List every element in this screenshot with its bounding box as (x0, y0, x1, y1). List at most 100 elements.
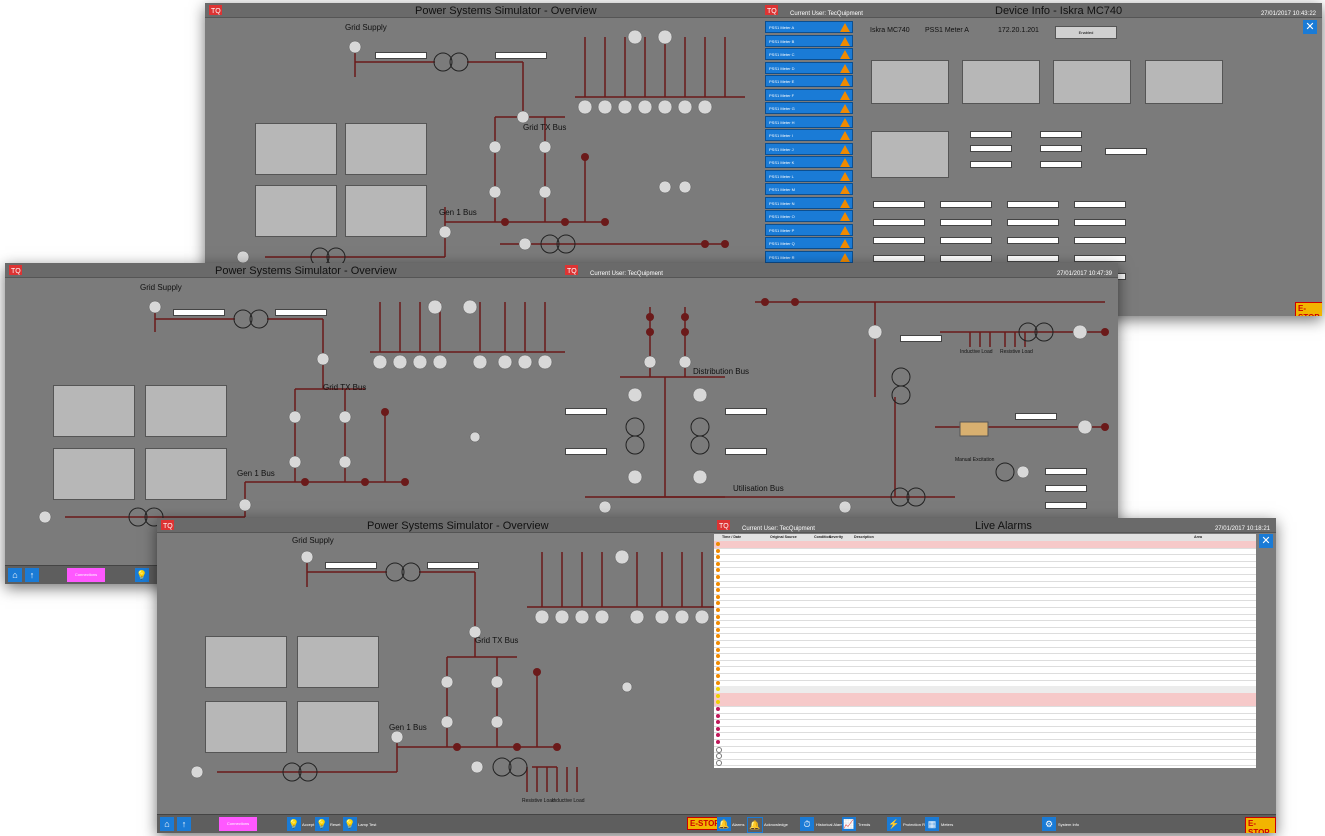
meter-list-item-label: PSS1 Meter D (769, 65, 795, 71)
meter-list-item[interactable]: PSS1 Meter P (765, 223, 853, 236)
inductive-load-label: Inductive Load (960, 349, 993, 355)
resistive-load-label: Resistive Load (1000, 349, 1033, 355)
power-reading-bar (873, 255, 925, 262)
lamp-icon[interactable]: 💡 (135, 568, 149, 582)
col-area: Area (1194, 535, 1202, 539)
warning-icon (840, 36, 850, 46)
gen1-bus-label: Gen 1 Bus (439, 208, 477, 217)
alarm-severity-icon (716, 693, 720, 698)
meter-list-item[interactable]: PSS1 Meter C (765, 48, 853, 60)
meter-a-bar (325, 562, 377, 569)
meter-list-item[interactable]: PSS1 Meter A (765, 21, 853, 33)
meter-list-item[interactable]: PSS1 Meter B (765, 34, 853, 47)
enabled-button[interactable]: Enabled (1055, 26, 1117, 39)
inductive-load-label: Inductive Load (552, 798, 585, 804)
connections-button[interactable]: Connections (67, 568, 105, 582)
voltage-l12-bar (1040, 131, 1082, 138)
meter-list-item[interactable]: PSS1 Meter K (765, 156, 853, 168)
warning-icon (840, 23, 850, 32)
gen1-speed-graph (205, 701, 287, 753)
meter-list-item-label: PSS1 Meter C (769, 52, 795, 57)
alarm-severity-icon (716, 581, 720, 586)
meter-list-item-label: PSS1 Meter N (769, 200, 795, 206)
meter-list-item-label: PSS1 Meter H (769, 119, 795, 125)
meter-list: PSS1 Meter A PSS1 Meter B PSS1 Meter C PSS1… (765, 21, 853, 264)
alarm-severity-icon (716, 627, 720, 632)
meter-list-item-label: PSS1 Meter F (769, 92, 795, 98)
protection-relays-icon[interactable]: ⚡ (887, 817, 901, 831)
close-icon[interactable]: ✕ (1303, 20, 1317, 34)
acknowledge-bell-icon[interactable]: 🔔 (747, 817, 763, 833)
meters-label: Meters (941, 822, 954, 827)
alarm-severity-icon (716, 608, 720, 612)
tq-logo-icon: TQ (565, 265, 578, 275)
tq-logo-icon: TQ (765, 5, 778, 15)
power-reading-bar (873, 219, 925, 226)
col-severity: Severity (829, 535, 843, 539)
meter-list-item[interactable]: PSS1 Meter R (765, 250, 853, 263)
warning-icon (840, 252, 850, 262)
meter-list-item[interactable]: PSS1 Meter D (765, 61, 853, 74)
meters-icon[interactable]: ▦ (925, 817, 939, 831)
home-icon[interactable]: ⌂ (160, 817, 174, 831)
alarm-row[interactable] (714, 759, 1256, 767)
meter-list-item[interactable]: PSS1 Meter Q (765, 237, 853, 249)
connections-button[interactable]: Connections (219, 817, 257, 831)
alarm-severity-icon (716, 733, 720, 738)
alarm-severity-icon (716, 647, 720, 652)
up-arrow-icon[interactable]: ↑ (177, 817, 191, 831)
system-info-gear-icon[interactable]: ⚙ (1042, 817, 1056, 831)
alarms-bell-icon[interactable]: 🔔 (717, 817, 731, 831)
gen1-field-voltage-graph (297, 636, 379, 688)
warning-icon (840, 117, 850, 127)
overview-title: Power Systems Simulator - Overview (367, 520, 549, 532)
meter-list-item[interactable]: PSS1 Meter H (765, 115, 853, 128)
manual-excitation-label: Manual Excitation (955, 457, 995, 463)
up-arrow-icon[interactable]: ↑ (25, 568, 39, 582)
grid-meter-a-bar (375, 52, 427, 59)
historical-alarms-icon[interactable]: ⏱ (800, 817, 814, 831)
gen1-load-angle-graph (145, 448, 227, 500)
meter-list-item[interactable]: PSS1 Meter L (765, 169, 853, 182)
live-alarms-title: Live Alarms (975, 520, 1032, 532)
average-voltage-graph (871, 131, 949, 178)
alarm-severity-icon (716, 594, 720, 599)
warning-icon (840, 144, 850, 154)
estop-button-right[interactable]: E-STOP (1245, 817, 1276, 833)
trends-label: Trends (858, 822, 871, 827)
tq-logo-icon: TQ (209, 5, 222, 15)
meter-list-item[interactable]: PSS1 Meter F (765, 88, 853, 101)
meter-list-item[interactable]: PSS1 Meter E (765, 75, 853, 87)
alarms-label: Alarms (732, 822, 745, 827)
estop-button[interactable]: E-STOP (1295, 302, 1322, 316)
meter-list-item[interactable]: PSS1 Meter G (765, 102, 853, 114)
meter-list-item[interactable]: PSS1 Meter J (765, 142, 853, 155)
meter-list-item[interactable]: PSS1 Meter I (765, 129, 853, 141)
power-reading-bar (940, 219, 992, 226)
alarm-severity-icon (716, 568, 720, 573)
accept-lamp-icon[interactable]: 💡 (287, 817, 301, 831)
lamp-test-icon[interactable]: 💡 (343, 817, 357, 831)
warning-icon (840, 198, 850, 208)
meter-o-bar (725, 448, 767, 455)
warning-icon (840, 185, 850, 194)
tq-logo-icon: TQ (9, 265, 22, 275)
title-bar: TQ Power Systems Simulator - Overview TQ… (157, 518, 1276, 533)
meter-list-item[interactable]: PSS1 Meter M (765, 183, 853, 195)
home-icon[interactable]: ⌂ (8, 568, 22, 582)
meter-list-item[interactable]: PSS1 Meter N (765, 196, 853, 209)
close-icon[interactable]: ✕ (1259, 534, 1273, 548)
col-source: Original Source (770, 535, 797, 539)
utilisation-bus-label: Utilisation Bus (733, 484, 784, 493)
meter-list-item-label: PSS1 Meter E (769, 79, 795, 84)
trends-icon[interactable]: 📈 (842, 817, 856, 831)
meter-list-item[interactable]: PSS1 Meter O (765, 210, 853, 222)
meter-b-bar (427, 562, 479, 569)
voltage-l31-bar (1040, 161, 1082, 168)
window-live-alarms: TQ Power Systems Simulator - Overview TQ… (157, 518, 1276, 833)
svg-text:TQ: TQ (767, 8, 777, 15)
voltage-l3-bar (970, 161, 1012, 168)
reset-lamp-icon[interactable]: 💡 (315, 817, 329, 831)
warning-icon (840, 50, 850, 59)
alarm-severity-icon (716, 707, 720, 711)
